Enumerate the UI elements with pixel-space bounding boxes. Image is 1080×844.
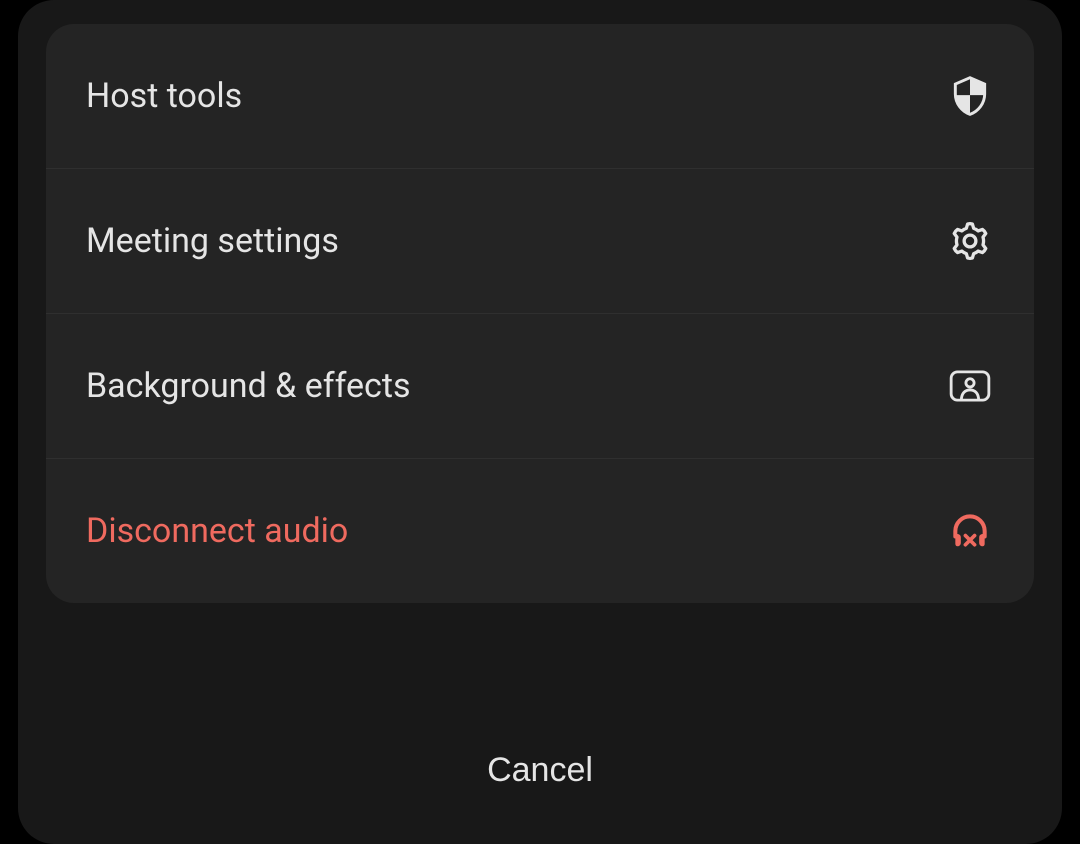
person-frame-icon	[946, 362, 994, 410]
menu-item-host-tools[interactable]: Host tools	[46, 24, 1034, 169]
shield-icon	[946, 72, 994, 120]
cancel-area: Cancel	[46, 711, 1034, 820]
gear-icon	[946, 217, 994, 265]
menu-item-disconnect-audio[interactable]: Disconnect audio	[46, 459, 1034, 603]
cancel-button[interactable]: Cancel	[487, 751, 593, 790]
menu-item-label: Background & effects	[86, 366, 411, 406]
menu-item-label: Disconnect audio	[86, 511, 348, 551]
menu-item-meeting-settings[interactable]: Meeting settings	[46, 169, 1034, 314]
menu-item-label: Meeting settings	[86, 221, 339, 261]
menu-item-label: Host tools	[86, 76, 242, 116]
menu-item-background-effects[interactable]: Background & effects	[46, 314, 1034, 459]
action-sheet: Host tools Meeting settings	[18, 0, 1062, 844]
headphones-off-icon	[946, 507, 994, 555]
menu-list: Host tools Meeting settings	[46, 24, 1034, 603]
